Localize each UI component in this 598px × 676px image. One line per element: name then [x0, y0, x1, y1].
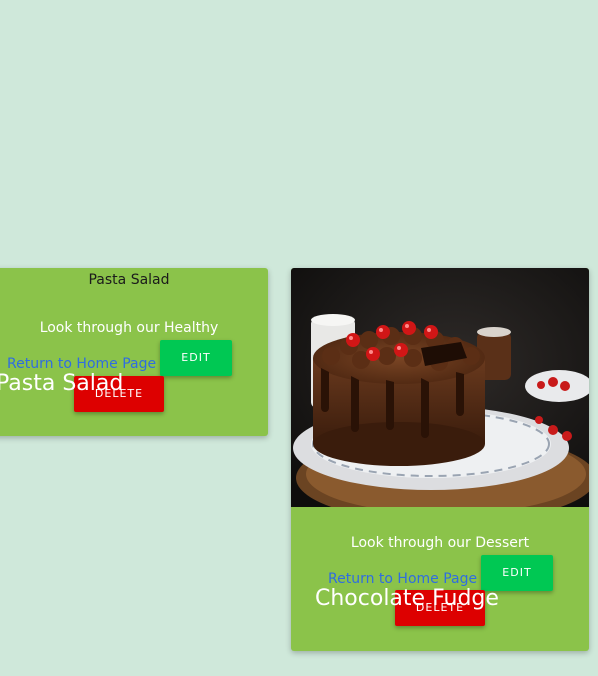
cake-photo-illustration: [291, 268, 589, 507]
card-name: Chocolate Fudge: [315, 586, 499, 611]
chocolate-fudge-cake-image: [291, 268, 589, 507]
card-name: Pasta Salad: [0, 371, 124, 396]
return-home-link[interactable]: Return to Home Page: [7, 356, 156, 372]
edit-button[interactable]: EDIT: [160, 340, 232, 376]
card-description: Look through our Dessert: [350, 535, 530, 551]
recipe-card-chocolate-fudge: Look through our Dessert Return to Home …: [291, 268, 589, 651]
card-description: Look through our Healthy: [39, 320, 219, 336]
return-home-link[interactable]: Return to Home Page: [328, 571, 477, 587]
recipe-card-pasta-salad: Pasta Salad Look through our Healthy Ret…: [0, 268, 268, 436]
card-title: Pasta Salad: [88, 272, 170, 288]
